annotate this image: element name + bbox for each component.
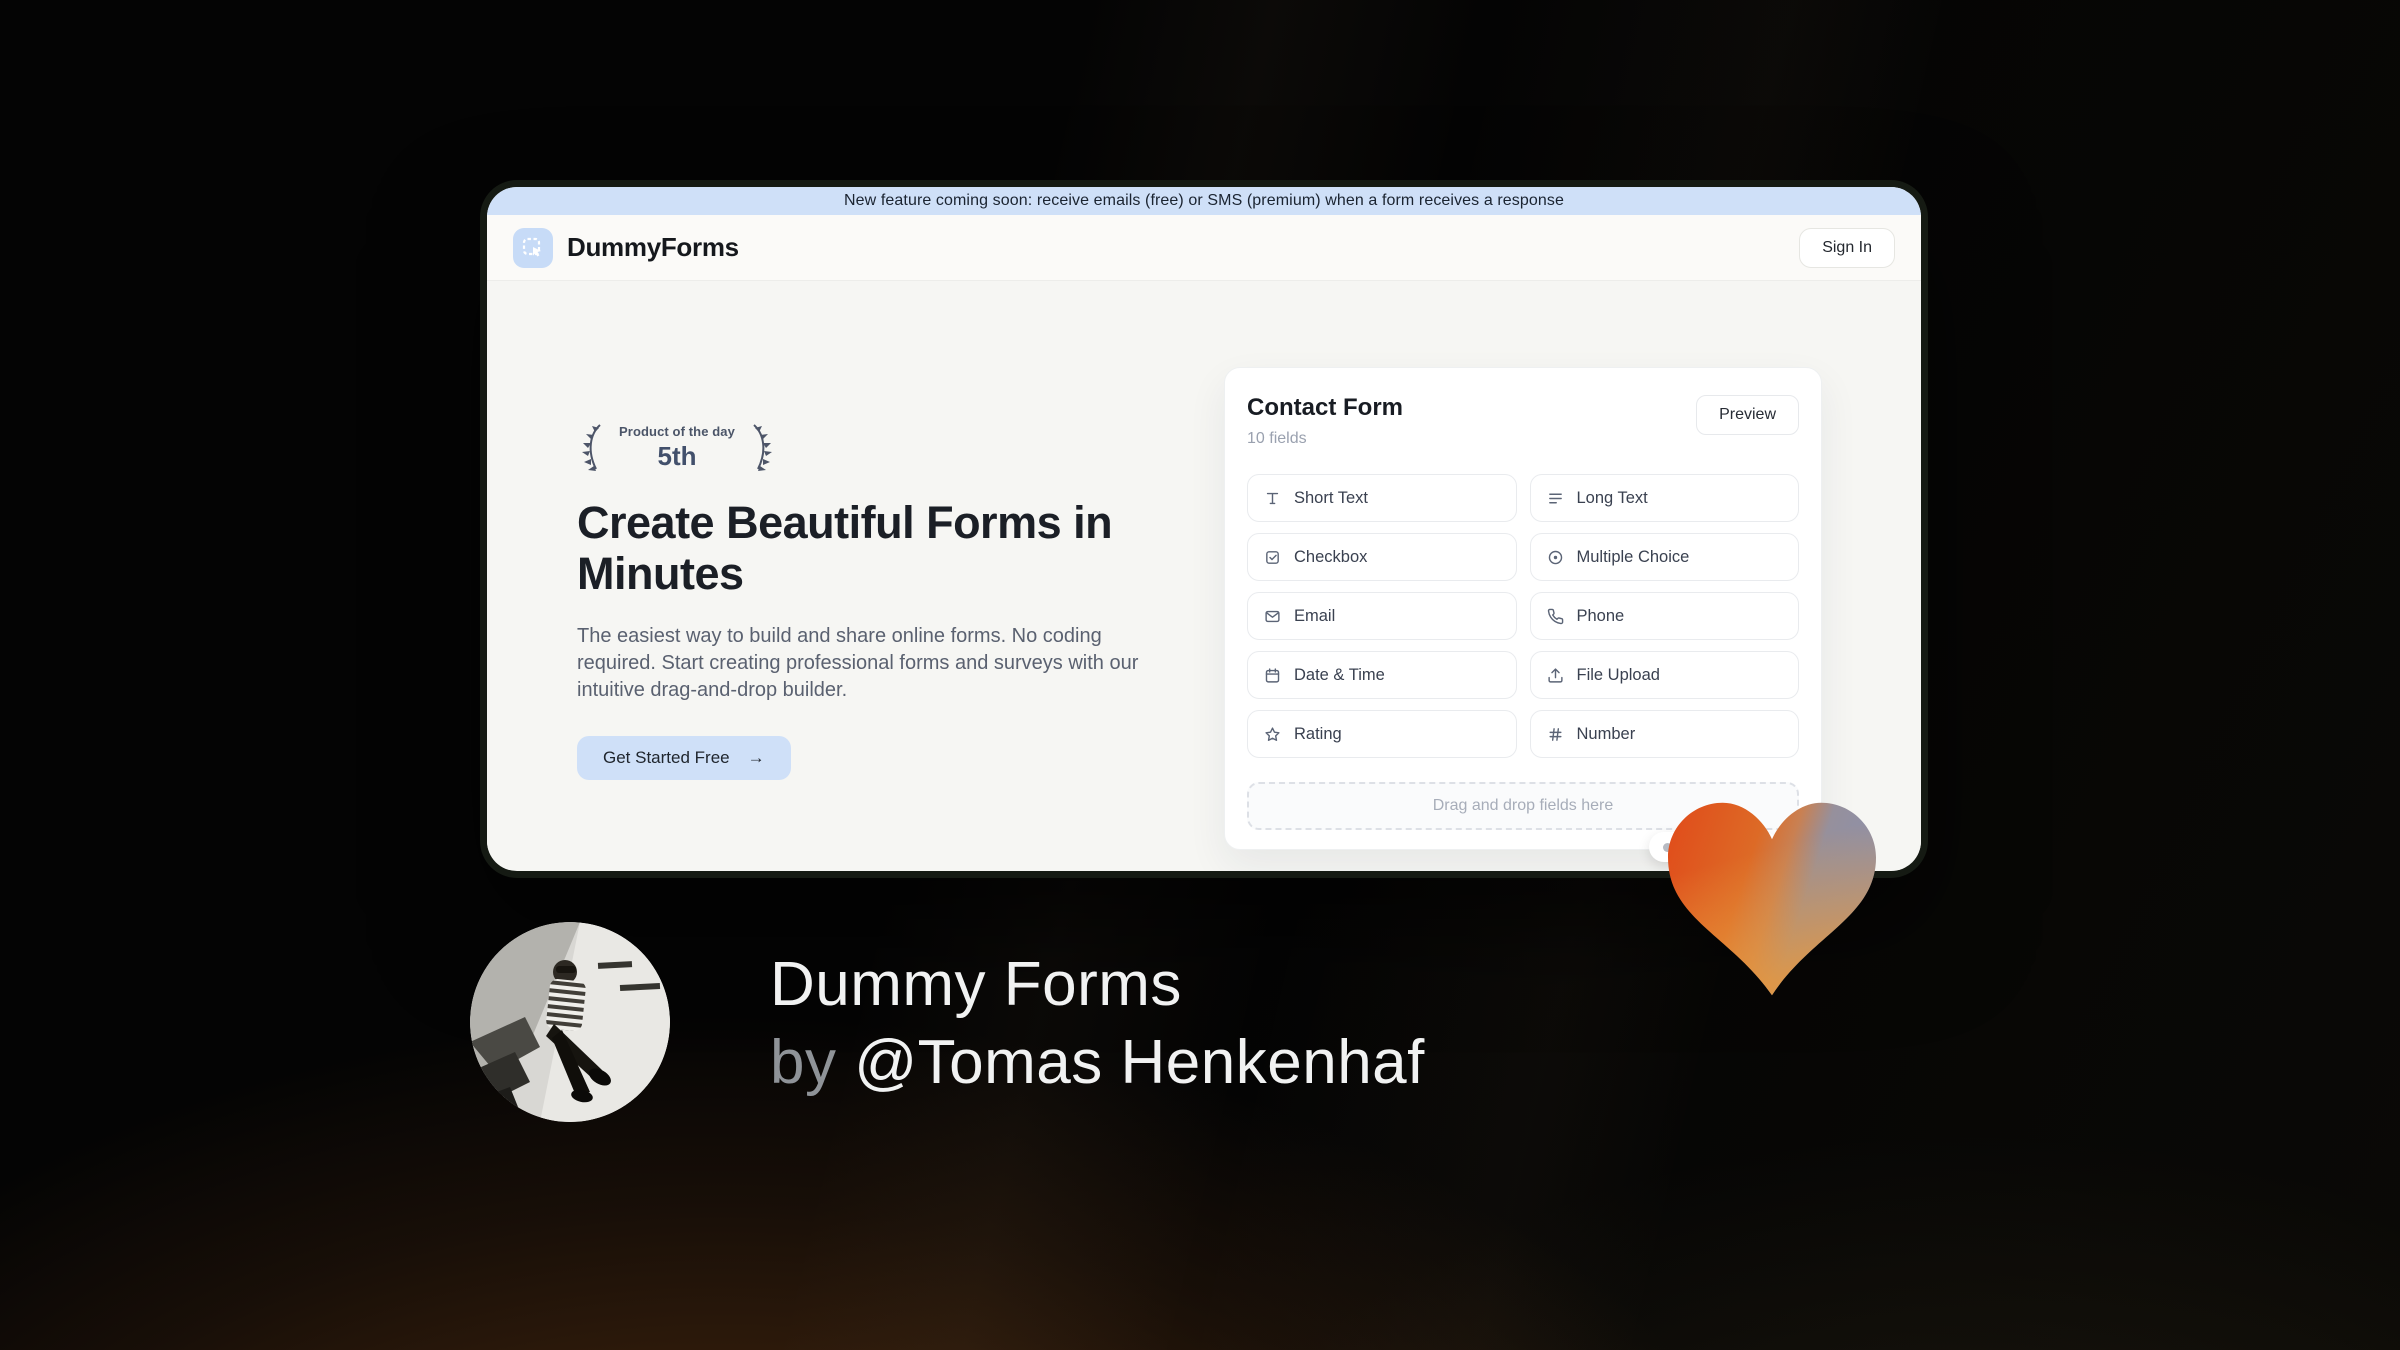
page-background: New feature coming soon: receive emails … [0,0,2400,1350]
brand-name: DummyForms [567,232,739,262]
brand-logo[interactable] [513,227,553,268]
cursor-select-icon [522,237,541,256]
field-item-file-upload[interactable]: File Upload [1529,651,1799,699]
phone-icon [1547,608,1563,624]
field-item-long-text[interactable]: Long Text [1529,474,1799,522]
maker-credit: Dummy Forms by @Tomas Henkenhaf [770,946,1425,1102]
file-upload-icon [1547,667,1563,683]
hero-description: The easiest way to build and share onlin… [577,625,1139,701]
avatar [470,922,670,1122]
site-header: DummyForms Sign In [487,215,1921,281]
product-badge: Product of the day 5th [577,421,777,475]
browser-frame: New feature coming soon: receive emails … [487,187,1921,871]
badge-title: Product of the day [619,424,735,439]
laurel-left-icon [582,424,601,471]
short-text-icon [1266,492,1279,504]
badge-rank: 5th [657,441,697,471]
get-started-button[interactable]: Get Started Free → [577,736,791,780]
gradient-heart-icon [1668,802,1876,996]
hero-section: Product of the day 5th Create Beautiful … [487,281,1921,870]
multiple-choice-icon [1548,550,1562,564]
field-item-rating[interactable]: Rating [1247,710,1517,758]
number-icon [1548,727,1562,741]
long-text-icon [1548,493,1562,503]
field-type-grid: Short Text Long Text Checkbox Multiple C… [1247,474,1799,758]
announcement-text: New feature coming soon: receive emails … [844,192,1564,209]
date-time-icon [1265,667,1280,683]
footer-by-label: by [770,1028,837,1097]
checkbox-icon [1266,550,1279,564]
field-item-multiple-choice[interactable]: Multiple Choice [1529,533,1799,581]
announcement-banner: New feature coming soon: receive emails … [487,187,1921,215]
arrow-right-icon: → [747,748,765,767]
sign-in-button[interactable]: Sign In [1799,227,1895,268]
preview-button[interactable]: Preview [1696,395,1799,435]
email-icon [1265,610,1280,622]
footer-product-title: Dummy Forms [770,950,1182,1019]
field-item-email[interactable]: Email [1247,592,1517,640]
field-item-checkbox[interactable]: Checkbox [1247,533,1517,581]
field-item-phone[interactable]: Phone [1529,592,1799,640]
rating-icon [1265,726,1280,741]
dropzone-text: Drag and drop fields here [1432,797,1614,814]
footer-maker-handle: @Tomas Henkenhaf [854,1028,1425,1097]
footer-byline: by @Tomas Henkenhaf [770,1024,1425,1102]
hero-title: Create Beautiful Forms in Minutes [577,497,1113,599]
get-started-label: Get Started Free [603,748,730,767]
field-item-short-text[interactable]: Short Text [1247,474,1517,522]
laurel-right-icon [753,424,772,471]
field-item-number[interactable]: Number [1529,710,1799,758]
field-item-date-time[interactable]: Date & Time [1247,651,1517,699]
form-builder-card: Contact Form 10 fields Preview Short Tex… [1224,367,1822,850]
